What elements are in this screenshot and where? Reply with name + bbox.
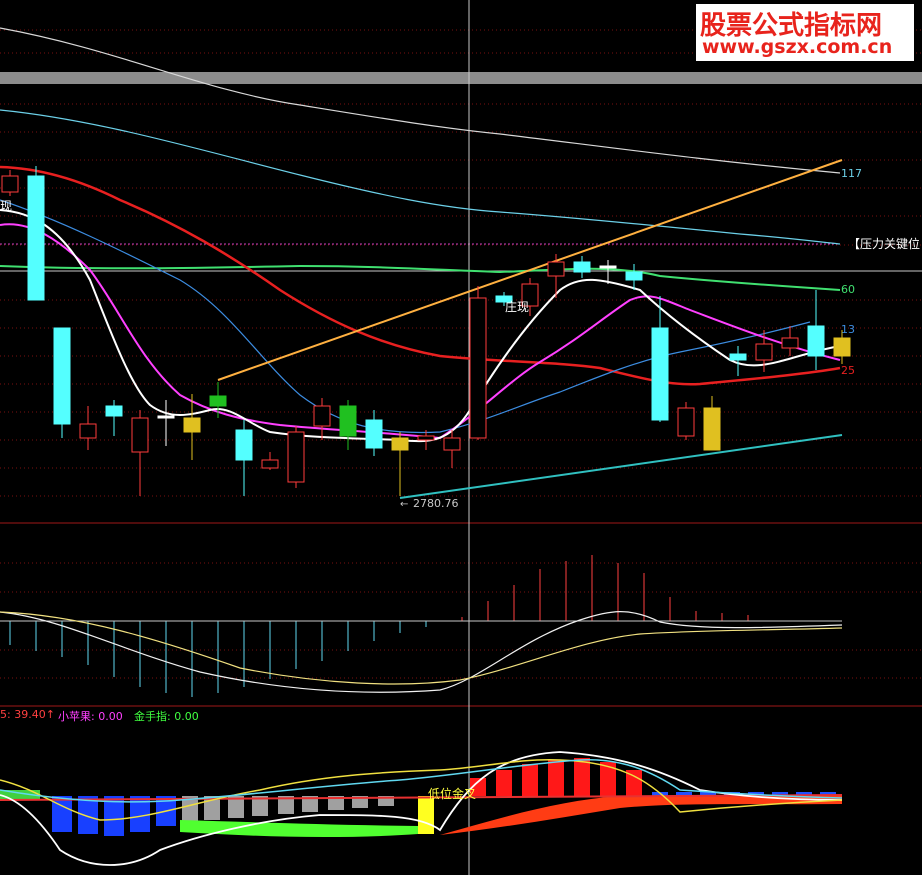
oscillator-bars	[9, 555, 749, 697]
blue-bar	[78, 796, 98, 834]
candle-body	[209, 395, 227, 407]
candle-body	[573, 261, 591, 273]
candle	[105, 400, 123, 436]
candle	[131, 410, 149, 496]
watermark-url: www.gszx.com.cn	[702, 36, 893, 58]
candle	[27, 166, 45, 301]
candle-body	[755, 343, 773, 361]
candle-body	[677, 407, 695, 437]
candle-body	[599, 265, 617, 269]
watermark-logo: 股票公式指标网 www.gszx.com.cn	[696, 4, 914, 61]
candle	[209, 382, 227, 418]
red-bar	[496, 770, 512, 796]
green-fill-area	[180, 820, 418, 838]
candle	[339, 400, 357, 450]
candle	[261, 452, 279, 470]
candle	[703, 396, 721, 451]
yellow-bar	[418, 796, 434, 834]
candle-body	[807, 325, 825, 357]
candle-body	[417, 435, 435, 441]
candle	[313, 398, 331, 440]
candle-body	[1, 175, 19, 193]
candle	[53, 327, 71, 438]
red-bar	[548, 760, 564, 796]
ma117-line	[0, 109, 841, 245]
blue-bar	[52, 796, 72, 832]
candle-body	[235, 429, 253, 461]
red-bar	[574, 758, 590, 796]
candle-body	[833, 337, 851, 357]
candle-body	[365, 419, 383, 449]
zhuangxian-label: 庄现	[505, 299, 529, 314]
red-fill-area	[440, 796, 842, 835]
top-band	[0, 72, 922, 84]
chart-canvas: 117 60 13 25 【压力关键位 庄现 现 ← 2780.76 低位金叉	[0, 0, 922, 875]
candle	[547, 254, 565, 298]
apple-indicator-label: 小苹果: 0.00	[58, 710, 123, 723]
axis-label-60: 60	[841, 283, 855, 296]
ma10-line	[0, 223, 841, 440]
golden-cross-label: 低位金叉	[428, 786, 476, 801]
candle-body	[781, 337, 799, 349]
candle-body	[131, 417, 149, 453]
zhuangxian-partial-label: 现	[0, 199, 12, 213]
candle	[391, 432, 409, 496]
indicator-first-value: 5: 39.40↑	[0, 708, 55, 721]
low-value-label: 2780.76	[413, 497, 459, 510]
candle	[677, 402, 695, 440]
candle-body	[79, 423, 97, 439]
candle-body	[183, 417, 201, 433]
candle	[573, 256, 591, 278]
candle	[807, 290, 825, 370]
candle-body	[313, 405, 331, 427]
oscillator-white-line	[0, 611, 843, 693]
axis-label-13: 13	[841, 323, 855, 336]
candle	[287, 426, 305, 488]
gold-finger-indicator-label: 金手指: 0.00	[134, 710, 199, 723]
grid-lines	[0, 29, 922, 679]
axis-label-25: 25	[841, 364, 855, 377]
candle	[157, 400, 175, 446]
candle-body	[703, 407, 721, 451]
trend-line-support	[399, 434, 843, 499]
candle	[651, 296, 669, 422]
candle-body	[443, 437, 461, 451]
ma20-line	[0, 165, 841, 386]
candle-body	[469, 297, 487, 439]
candle	[235, 420, 253, 496]
candle-body	[625, 271, 643, 281]
ma117b-line	[0, 199, 811, 434]
candle-body	[261, 459, 279, 469]
candle-body	[391, 437, 409, 451]
candle-body	[547, 261, 565, 277]
candle-body	[105, 405, 123, 417]
trend-line-resistance	[217, 159, 843, 381]
ma60-line	[0, 264, 841, 291]
candle-body	[53, 327, 71, 425]
candle-body	[157, 415, 175, 419]
candle-body	[27, 175, 45, 301]
candle-body	[339, 405, 357, 437]
candle-body	[287, 431, 305, 483]
axis-label-117: 117	[841, 167, 862, 180]
candle	[1, 170, 19, 196]
candle	[469, 286, 487, 440]
candle-body	[651, 327, 669, 421]
candle	[365, 410, 383, 456]
candle	[781, 326, 799, 356]
candle	[79, 406, 97, 450]
low-arrow: ←	[400, 499, 408, 510]
pressure-key-label: 【压力关键位	[848, 236, 920, 251]
red-bar	[522, 764, 538, 796]
candle-body	[729, 353, 747, 361]
